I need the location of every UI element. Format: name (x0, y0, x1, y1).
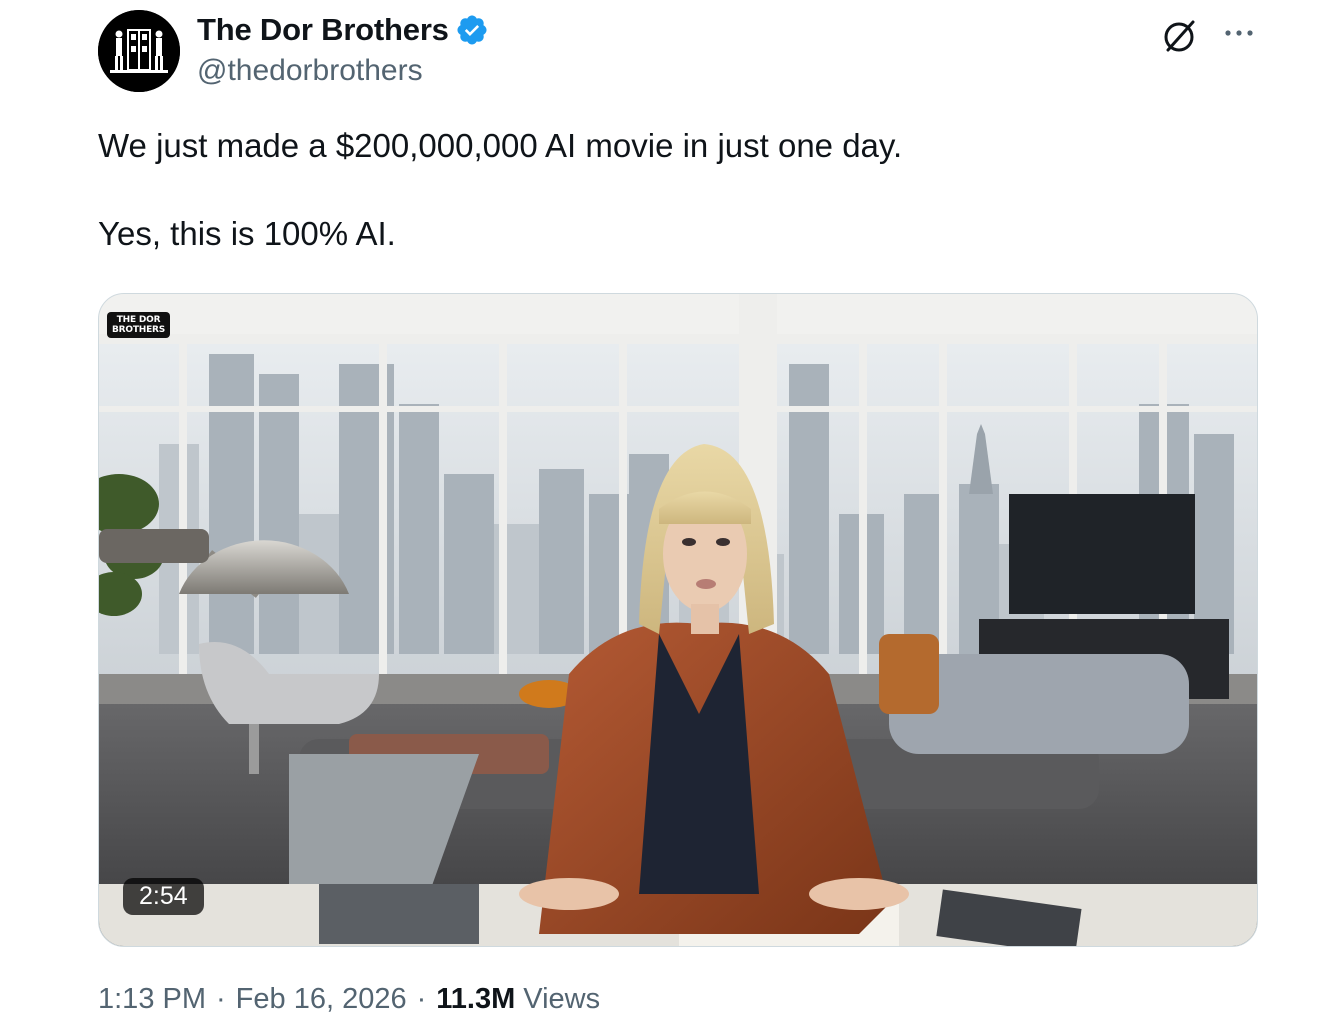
more-horizontal-icon[interactable] (1222, 18, 1256, 48)
tweet-paragraph: Yes, this is 100% AI. (98, 215, 396, 252)
avatar[interactable] (98, 10, 180, 92)
tweet-meta: 1:13 PM · Feb 16, 2026 · 11.3M Views (98, 983, 600, 1016)
video-thumbnail (99, 294, 1257, 946)
video-watermark: THE DOR BROTHERS (107, 312, 171, 338)
author-display-name[interactable]: The Dor Brothers (197, 12, 449, 48)
grok-icon[interactable] (1160, 16, 1200, 56)
meta-separator: · (416, 983, 427, 1015)
watermark-line: BROTHERS (112, 325, 166, 335)
author-handle[interactable]: @thedorbrothers (197, 54, 423, 88)
verified-badge-icon (457, 15, 487, 45)
watermark-line: THE DOR (116, 315, 161, 325)
author-name-row[interactable]: The Dor Brothers (197, 12, 489, 48)
avatar-logo-icon (98, 10, 180, 92)
video-player[interactable]: THE DOR BROTHERS 2:54 (98, 293, 1258, 947)
views-label: Views (523, 983, 601, 1015)
tweet-card: The Dor Brothers @thedorbrothers We just… (0, 0, 1341, 1026)
tweet-text: We just made a $200,000,000 AI movie in … (98, 124, 1258, 256)
tweet-date[interactable]: Feb 16, 2026 (236, 983, 407, 1016)
meta-separator: · (216, 983, 226, 1015)
tweet-paragraph: We just made a $200,000,000 AI movie in … (98, 127, 903, 164)
views-count[interactable]: 11.3M (436, 983, 515, 1016)
video-duration-badge: 2:54 (123, 878, 204, 915)
tweet-time[interactable]: 1:13 PM (98, 983, 206, 1016)
